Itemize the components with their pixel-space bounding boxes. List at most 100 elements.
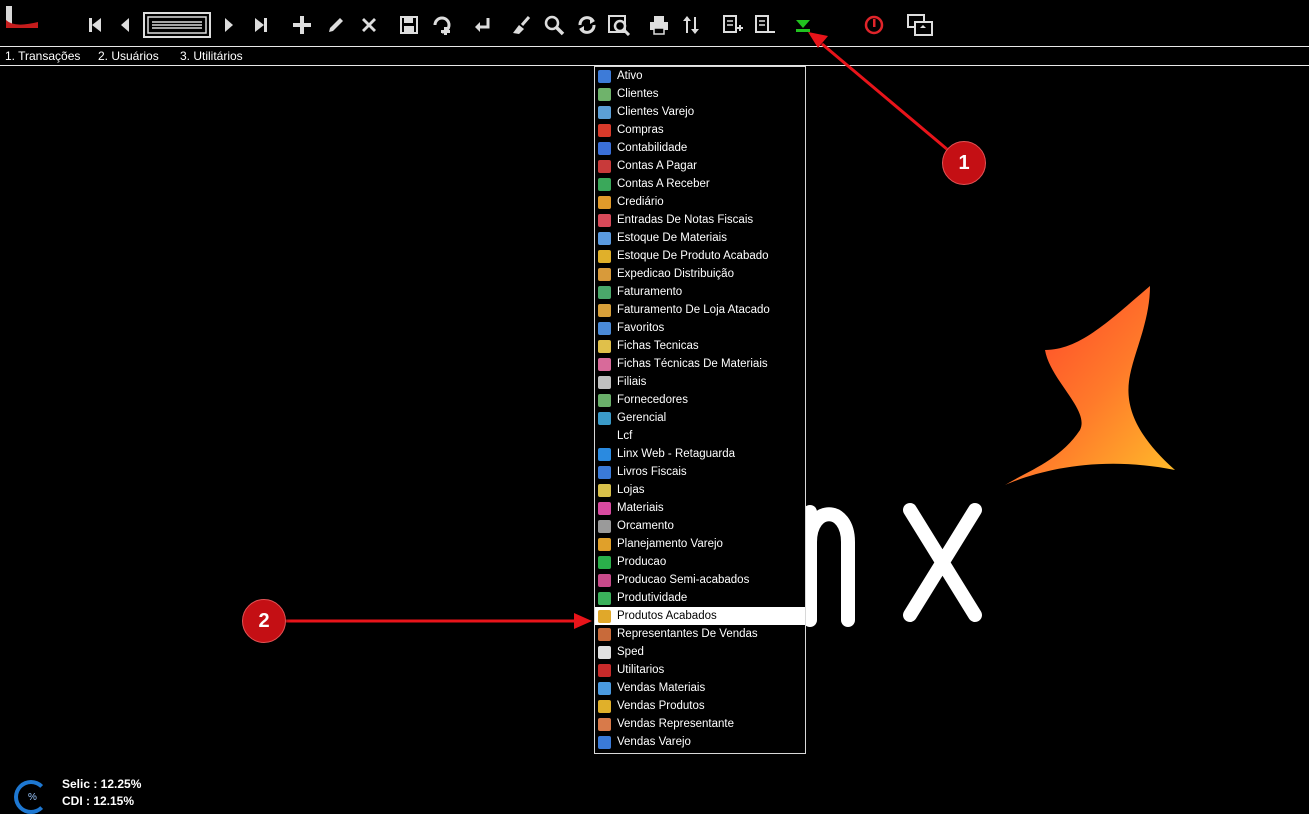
cdi-rate: CDI : 12.15% — [62, 794, 135, 808]
dropdown-item-label: Clientes Varejo — [617, 106, 695, 118]
module-icon — [598, 69, 611, 83]
menu-item-usuarios[interactable]: 2. Usuários — [98, 49, 159, 63]
delete-icon[interactable] — [357, 12, 381, 38]
refresh-icon[interactable] — [575, 12, 599, 38]
module-icon — [598, 429, 611, 443]
dropdown-item[interactable]: Estoque De Produto Acabado — [595, 247, 805, 265]
dropdown-item-label: Estoque De Materiais — [617, 232, 727, 244]
dropdown-item[interactable]: Vendas Produtos — [595, 697, 805, 715]
print-icon[interactable] — [647, 12, 671, 38]
search-icon[interactable] — [542, 12, 566, 38]
power-icon[interactable] — [862, 12, 886, 38]
dropdown-item[interactable]: Faturamento De Loja Atacado — [595, 301, 805, 319]
dropdown-item[interactable]: Fichas Tecnicas — [595, 337, 805, 355]
arrow-2-head — [574, 613, 592, 629]
dropdown-item-label: Gerencial — [617, 412, 667, 424]
menu-item-transacoes[interactable]: 1. Transações — [5, 49, 80, 63]
dropdown-item[interactable]: Filiais — [595, 373, 805, 391]
module-icon — [598, 375, 611, 389]
dropdown-item[interactable]: Faturamento — [595, 283, 805, 301]
module-icon — [598, 681, 611, 695]
last-record-icon[interactable] — [249, 12, 273, 38]
dropdown-item[interactable]: Gerencial — [595, 409, 805, 427]
dropdown-item[interactable]: Vendas Materiais — [595, 679, 805, 697]
dropdown-item-label: Sped — [617, 646, 644, 658]
dropdown-item[interactable]: Orcamento — [595, 517, 805, 535]
dropdown-item[interactable]: Estoque De Materiais — [595, 229, 805, 247]
dropdown-item-label: Compras — [617, 124, 664, 136]
dropdown-item[interactable]: Materiais — [595, 499, 805, 517]
dropdown-item-label: Lojas — [617, 484, 645, 496]
module-icon — [598, 663, 611, 677]
dropdown-item-label: Contabilidade — [617, 142, 688, 154]
previous-record-icon[interactable] — [113, 12, 137, 38]
dropdown-item-label: Orcamento — [617, 520, 674, 532]
dropdown-item[interactable]: Expedicao Distribuição — [595, 265, 805, 283]
sort-icon[interactable] — [680, 12, 704, 38]
dropdown-item[interactable]: Entradas De Notas Fiscais — [595, 211, 805, 229]
module-dropdown-list: Ativo Clientes Clientes Varejo Compras Conta… — [594, 66, 806, 754]
dropdown-item-label: Vendas Materiais — [617, 682, 706, 694]
dropdown-item[interactable]: Favoritos — [595, 319, 805, 337]
dropdown-item[interactable]: Crediário — [595, 193, 805, 211]
module-icon — [598, 303, 611, 317]
collapse-icon[interactable] — [753, 12, 777, 38]
module-icon — [598, 267, 611, 281]
module-dropdown-icon[interactable] — [791, 12, 815, 38]
next-record-icon[interactable] — [217, 12, 241, 38]
dropdown-item[interactable]: Compras — [595, 121, 805, 139]
dropdown-item-label: Expedicao Distribuição — [617, 268, 734, 280]
dropdown-item[interactable]: Fichas Técnicas De Materiais — [595, 355, 805, 373]
module-icon — [598, 159, 611, 173]
dropdown-item[interactable]: Produtividade — [595, 589, 805, 607]
dropdown-item-label: Representantes De Vendas — [617, 628, 758, 640]
app-logo-icon — [6, 6, 38, 28]
zoom-window-icon[interactable] — [608, 12, 632, 38]
copy-icon[interactable] — [431, 12, 455, 38]
clear-icon[interactable] — [510, 12, 534, 38]
dropdown-item[interactable]: Contabilidade — [595, 139, 805, 157]
expand-icon[interactable] — [721, 12, 745, 38]
dropdown-item-label: Materiais — [617, 502, 664, 514]
gauge-label: % — [28, 792, 37, 803]
dropdown-item[interactable]: Producao — [595, 553, 805, 571]
dropdown-item-label: Produtividade — [617, 592, 688, 604]
dropdown-item[interactable]: Producao Semi-acabados — [595, 571, 805, 589]
module-icon — [598, 195, 611, 209]
undo-icon[interactable] — [470, 12, 494, 38]
record-list-icon[interactable] — [143, 12, 211, 38]
dropdown-item[interactable]: Vendas Representante — [595, 715, 805, 733]
dropdown-item[interactable]: Clientes — [595, 85, 805, 103]
dropdown-item[interactable]: Produtos Acabados — [595, 607, 805, 625]
menu-item-utilitarios[interactable]: 3. Utilitários — [180, 49, 243, 63]
dropdown-item-label: Filiais — [617, 376, 647, 388]
edit-icon[interactable] — [324, 12, 348, 38]
dropdown-item[interactable]: Linx Web - Retaguarda — [595, 445, 805, 463]
dropdown-item[interactable]: Sped — [595, 643, 805, 661]
dropdown-item[interactable]: Contas A Pagar — [595, 157, 805, 175]
dropdown-item[interactable]: Representantes De Vendas — [595, 625, 805, 643]
first-record-icon[interactable] — [83, 12, 107, 38]
dropdown-item-label: Ativo — [617, 70, 643, 82]
switch-window-icon[interactable] — [905, 12, 935, 38]
module-icon — [598, 411, 611, 425]
dropdown-item[interactable]: Vendas Varejo — [595, 733, 805, 751]
dropdown-item[interactable]: Contas A Receber — [595, 175, 805, 193]
dropdown-item-label: Fornecedores — [617, 394, 688, 406]
dropdown-item[interactable]: Lcf — [595, 427, 805, 445]
dropdown-item[interactable]: Livros Fiscais — [595, 463, 805, 481]
dropdown-item-label: Crediário — [617, 196, 664, 208]
module-icon — [598, 123, 611, 137]
dropdown-item[interactable]: Lojas — [595, 481, 805, 499]
dropdown-item[interactable]: Fornecedores — [595, 391, 805, 409]
module-icon — [598, 537, 611, 551]
dropdown-item[interactable]: Planejamento Varejo — [595, 535, 805, 553]
add-icon[interactable] — [290, 12, 314, 38]
dropdown-item[interactable]: Clientes Varejo — [595, 103, 805, 121]
module-icon — [598, 591, 611, 605]
save-icon[interactable] — [397, 12, 421, 38]
menu-bar: 1. Transações 2. Usuários 3. Utilitários — [0, 46, 1309, 66]
dropdown-item[interactable]: Utilitarios — [595, 661, 805, 679]
dropdown-item-label: Linx Web - Retaguarda — [617, 448, 736, 460]
dropdown-item[interactable]: Ativo — [595, 67, 805, 85]
